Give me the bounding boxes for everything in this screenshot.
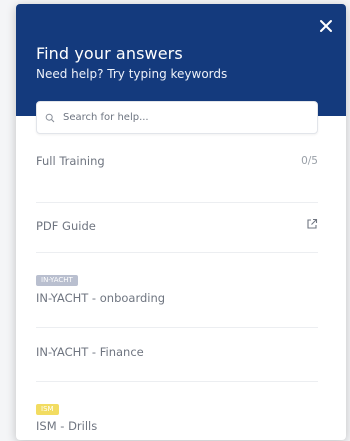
list-item-label: PDF Guide [36, 219, 96, 233]
help-title: Find your answers [36, 44, 183, 63]
close-icon[interactable] [318, 18, 334, 34]
list-item-inyacht-finance[interactable]: IN-YACHT - Finance [36, 328, 318, 382]
search-box[interactable] [36, 101, 318, 134]
category-badge: IN-YACHT [36, 275, 78, 286]
list-item-label: IN-YACHT - Finance [36, 345, 144, 359]
progress-count: 0/5 [301, 155, 318, 167]
search-icon [45, 113, 55, 122]
help-list: Full Training 0/5 PDF Guide IN-YACHT IN-… [36, 139, 318, 440]
help-panel: Find your answers Need help? Try typing … [16, 4, 346, 440]
list-item-pdf-guide[interactable]: PDF Guide [36, 203, 318, 253]
category-badge: ISM [36, 404, 59, 415]
search-input[interactable] [61, 111, 305, 124]
list-item-label: ISM - Drills [36, 419, 98, 433]
list-item-full-training[interactable]: Full Training 0/5 [36, 139, 318, 203]
list-item-label: Full Training [36, 154, 105, 168]
list-item-ism-drills[interactable]: ISM ISM - Drills [36, 382, 318, 440]
help-header: Find your answers Need help? Try typing … [16, 4, 346, 116]
list-item-label: IN-YACHT - onboarding [36, 291, 166, 305]
help-subtitle: Need help? Try typing keywords [36, 67, 228, 81]
list-item-inyacht-onboarding[interactable]: IN-YACHT IN-YACHT - onboarding [36, 253, 318, 328]
page: Find your answers Need help? Try typing … [0, 0, 350, 441]
external-link-icon[interactable] [306, 218, 318, 230]
